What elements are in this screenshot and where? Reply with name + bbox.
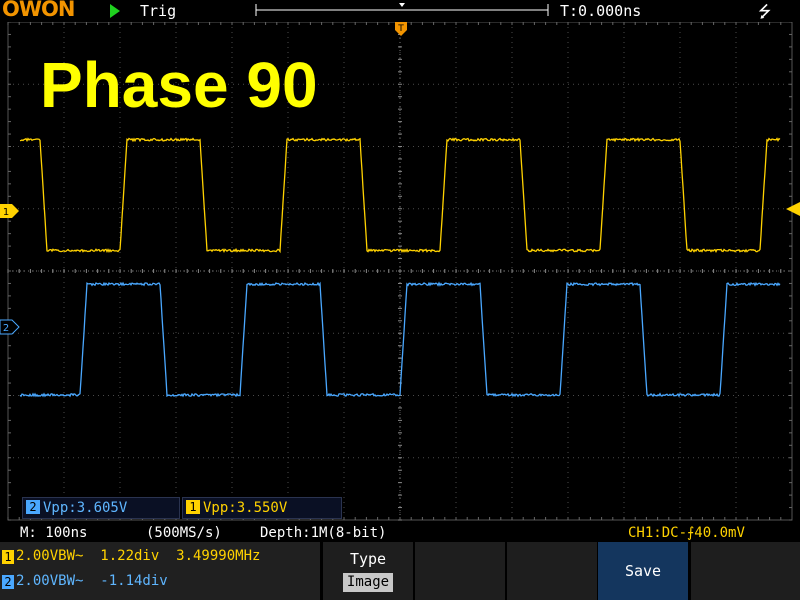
time-offset: T:0.000ns xyxy=(560,2,642,20)
measurement-value: Vpp:3.550V xyxy=(203,500,288,516)
play-icon[interactable] xyxy=(110,4,120,18)
top-status-bar: OWON Trig T:0.000ns ⭍ xyxy=(0,0,800,22)
type-label: Type xyxy=(349,550,387,568)
type-value: Image xyxy=(343,573,393,592)
menu-slot-empty[interactable] xyxy=(506,542,597,600)
brand-logo: OWON xyxy=(2,0,75,21)
ch1-badge: 1 xyxy=(2,550,14,564)
menu-slot-empty[interactable] xyxy=(690,542,800,600)
overlay-title: Phase 90 xyxy=(40,49,318,121)
save-button[interactable]: Save xyxy=(598,542,688,600)
ch1-info-row[interactable]: 1 2.00VBW~ 1.22div 3.49990MHz xyxy=(2,548,260,564)
timebase-position-marker xyxy=(399,3,405,7)
measurement-value: Vpp:3.605V xyxy=(43,500,128,516)
trigger-level-marker xyxy=(786,202,800,216)
trigger-position-marker: T xyxy=(395,22,407,36)
status-line: M: 100ns (500MS/s) Depth:1M(8-bit) CH1:D… xyxy=(0,524,800,542)
type-menu-button[interactable]: Type Image xyxy=(322,542,413,600)
timebase-readout: M: 100ns xyxy=(20,525,88,541)
trigger-readout: CH1:DC-⨍40.0mV xyxy=(628,525,745,541)
bottom-menu: 1 2.00VBW~ 1.22div 3.49990MHz 2 2.00VBW~ -… xyxy=(0,542,800,600)
ch2-level-marker: 2 xyxy=(0,319,20,335)
channel-info-panel: 1 2.00VBW~ 1.22div 3.49990MHz 2 2.00VBW~ -… xyxy=(0,542,320,600)
ch2-waveform xyxy=(19,281,781,398)
ch1-level-marker: 1 xyxy=(0,204,19,218)
ch2-marker-label: 2 xyxy=(3,323,9,334)
ch1-marker-label: 1 xyxy=(3,207,9,218)
measurement-ch1-vpp: 1 Vpp:3.550V xyxy=(182,497,342,519)
trigger-marker-label: T xyxy=(397,24,404,34)
measurement-ch2-vpp: 2 Vpp:3.605V xyxy=(22,497,180,519)
timebase-position-bar[interactable] xyxy=(254,2,550,18)
ch2-badge: 2 xyxy=(2,575,14,589)
memory-depth-readout: Depth:1M(8-bit) xyxy=(260,525,387,541)
sample-rate-readout: (500MS/s) xyxy=(146,525,222,541)
ch2-info-row[interactable]: 2 2.00VBW~ -1.14div xyxy=(2,573,168,589)
menu-slot-empty[interactable] xyxy=(414,542,505,600)
ch1-badge: 1 xyxy=(186,500,200,514)
ch2-badge: 2 xyxy=(26,500,40,514)
ch2-info-text: 2.00VBW~ -1.14div xyxy=(16,573,168,589)
trigger-status: Trig xyxy=(140,2,177,20)
ch1-info-text: 2.00VBW~ 1.22div 3.49990MHz xyxy=(16,548,261,564)
